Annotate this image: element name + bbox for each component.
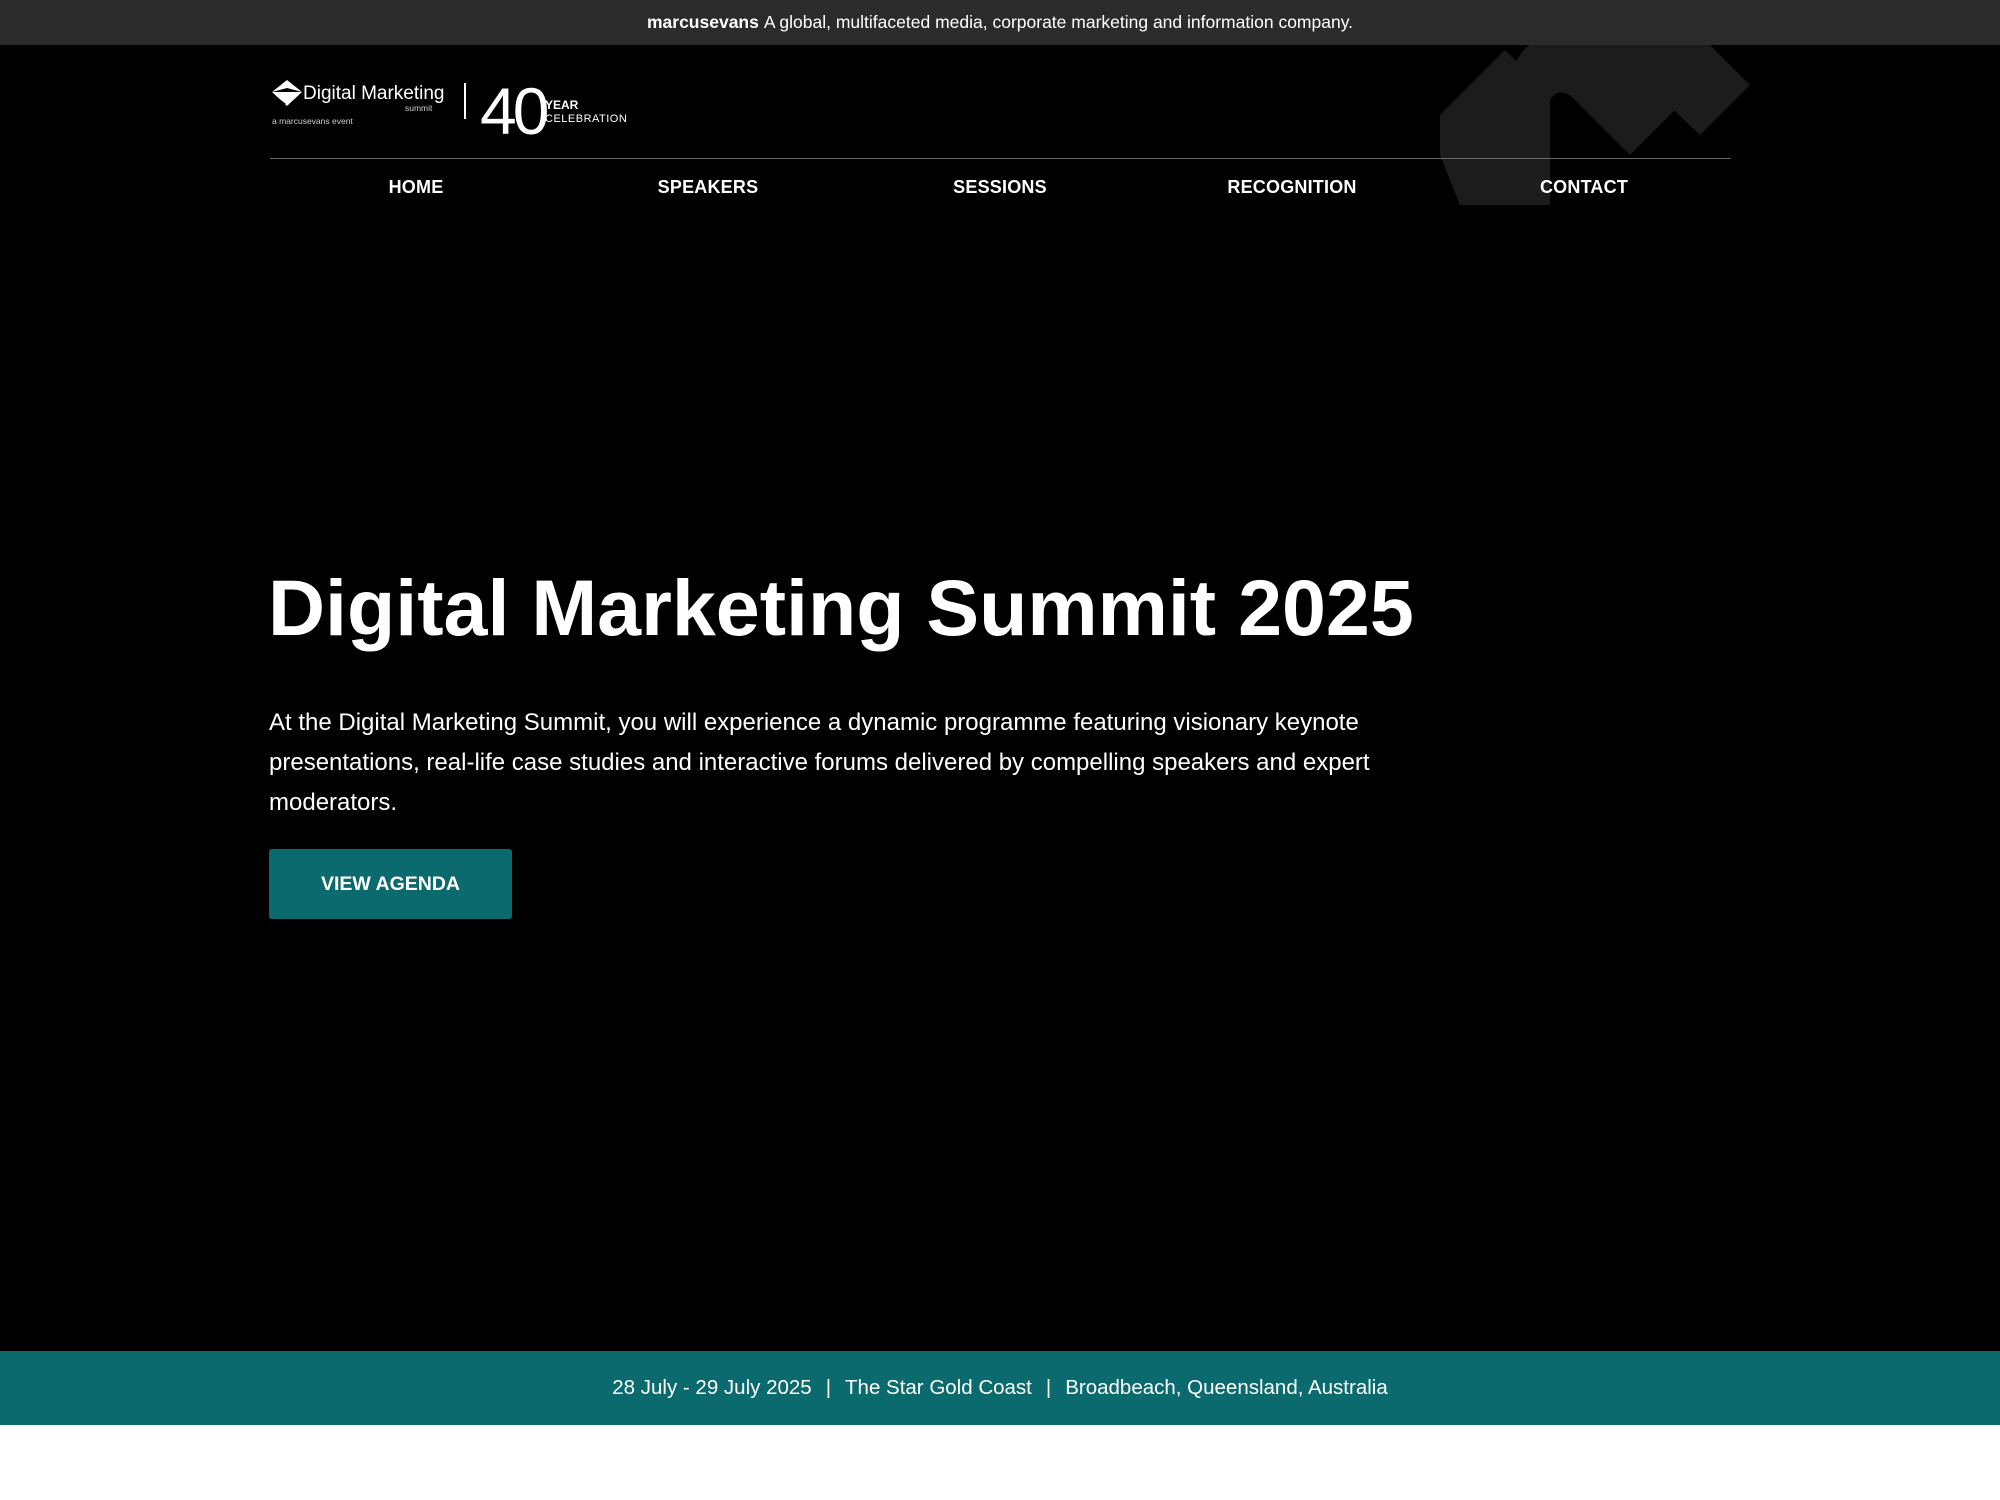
view-agenda-button[interactable]: VIEW AGENDA: [269, 849, 512, 919]
header-divider: [270, 158, 1731, 159]
logo-anniversary-number: 40: [480, 74, 548, 148]
chevron-arrow-icon: [272, 80, 302, 106]
site-logo[interactable]: Digital Marketing summit a marcusevans e…: [270, 70, 640, 155]
topbar-brand: marcusevans: [646, 12, 759, 32]
logo-divider: [464, 83, 466, 119]
event-info-bar: 28 July - 29 July 2025 | The Star Gold C…: [0, 1351, 2000, 1425]
event-venue: The Star Gold Coast: [845, 1376, 1032, 1399]
top-info-bar: marcusevans A global, multifaceted media…: [0, 0, 2000, 45]
logo-name: Digital Marketing: [303, 83, 445, 104]
topbar-tagline: A global, multifaceted media, corporate …: [763, 12, 1354, 32]
logo-sub: summit: [405, 103, 433, 113]
logo-anniversary-word2: CELEBRATION: [545, 113, 627, 125]
main-nav: HOME SPEAKERS SESSIONS RECOGNITION CONTA…: [270, 160, 1731, 215]
page-bottom-area: [0, 1425, 2000, 1500]
hero-title: Digital Marketing Summit 2025: [268, 563, 1414, 652]
nav-recognition[interactable]: RECOGNITION: [1167, 160, 1417, 215]
nav-contact[interactable]: CONTACT: [1459, 160, 1709, 215]
event-location: Broadbeach, Queensland, Australia: [1065, 1376, 1388, 1399]
nav-home[interactable]: HOME: [291, 160, 541, 215]
hero-description: At the Digital Marketing Summit, you wil…: [269, 709, 1370, 816]
logo-byline: a marcusevans event: [272, 116, 353, 126]
event-separator: |: [1045, 1376, 1052, 1399]
hero-section: Digital Marketing summit a marcusevans e…: [0, 45, 2000, 1351]
event-dates: 28 July - 29 July 2025: [612, 1376, 812, 1399]
nav-sessions[interactable]: SESSIONS: [875, 160, 1125, 215]
logo-anniversary-word1: YEAR: [545, 98, 579, 112]
nav-speakers[interactable]: SPEAKERS: [583, 160, 833, 215]
event-separator: |: [825, 1376, 832, 1399]
